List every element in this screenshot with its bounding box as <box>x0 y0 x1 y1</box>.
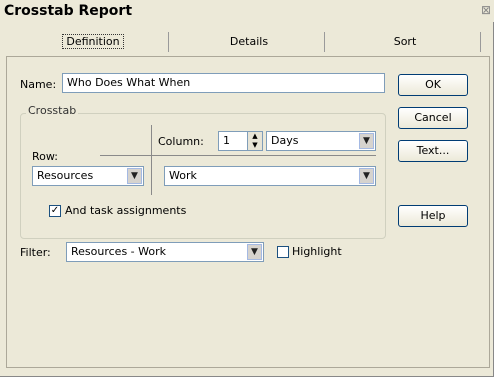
chevron-down-icon: ▼ <box>247 244 262 260</box>
help-button[interactable]: Help <box>398 205 468 227</box>
crosstab-report-dialog: Crosstab Report ⊠ Definition Details Sor… <box>0 0 494 377</box>
tab-strip: Definition Details Sort <box>12 24 494 52</box>
column-count-field[interactable]: 1 <box>218 131 248 151</box>
chevron-down-icon: ▼ <box>359 133 374 149</box>
tab-details[interactable]: Details <box>174 32 325 52</box>
row-select[interactable]: Resources ▼ <box>32 166 144 186</box>
task-assignments-label: And task assignments <box>65 204 187 217</box>
task-assignments-checkbox[interactable]: ✓ <box>49 205 61 217</box>
ok-button[interactable]: OK <box>398 74 468 96</box>
field-select[interactable]: Work ▼ <box>164 166 376 186</box>
chevron-down-icon: ▼ <box>359 168 374 184</box>
highlight-label: Highlight <box>292 245 342 258</box>
column-unit-select[interactable]: Days ▼ <box>266 131 376 151</box>
highlight-checkbox[interactable] <box>277 246 289 258</box>
row-label: Row: <box>32 150 58 163</box>
close-icon[interactable]: ⊠ <box>480 3 492 17</box>
column-label: Column: <box>158 135 204 148</box>
crosstab-divider-v <box>151 125 152 195</box>
title-bar: Crosstab Report ⊠ <box>0 0 494 22</box>
tab-definition[interactable]: Definition <box>18 32 169 52</box>
crosstab-group-title: Crosstab <box>26 104 79 117</box>
crosstab-divider-h <box>100 155 376 156</box>
text-button[interactable]: Text... <box>398 140 468 162</box>
dialog-title: Crosstab Report <box>4 3 133 19</box>
filter-select[interactable]: Resources - Work ▼ <box>66 242 264 262</box>
name-field[interactable]: Who Does What When <box>62 73 385 93</box>
filter-label: Filter: <box>20 246 51 259</box>
cancel-button[interactable]: Cancel <box>398 107 468 129</box>
tab-sort[interactable]: Sort <box>330 32 481 52</box>
chevron-down-icon: ▼ <box>127 168 142 184</box>
name-label: Name: <box>20 78 57 91</box>
column-count-stepper[interactable]: ▲ ▼ <box>247 131 263 151</box>
